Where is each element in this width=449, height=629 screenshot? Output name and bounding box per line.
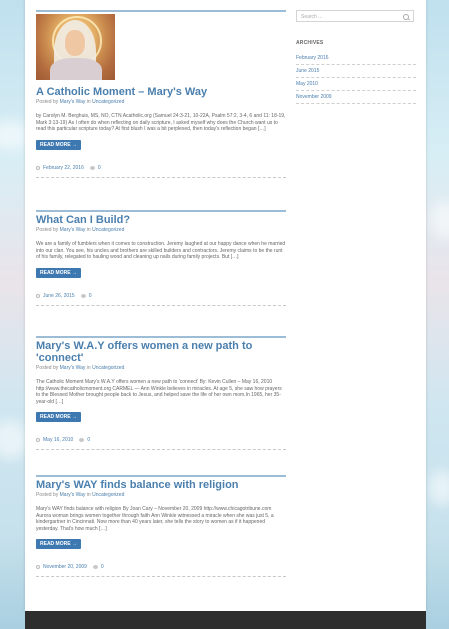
archive-link-november-2009[interactable]: November 2009 (296, 91, 416, 104)
post-excerpt: The Catholic Moment Mary's W.A.Y offers … (36, 379, 282, 405)
post-3: Mary's W.A.Y offers women a new path to … (36, 336, 286, 450)
post-footer: February 22, 2016 0 (36, 165, 286, 171)
clock-icon (36, 293, 40, 298)
post-excerpt: by Carolyn M. Berghuis, MS, NO, CTN Acat… (36, 113, 286, 132)
meta-in: in (86, 227, 91, 233)
post-divider (36, 210, 286, 212)
post-thumbnail[interactable] (36, 14, 115, 80)
author-link[interactable]: Mary's Way (60, 365, 86, 371)
search-icon[interactable] (403, 14, 409, 20)
clock-icon (36, 565, 40, 569)
meta-prefix: Posted by (36, 365, 59, 371)
post-title[interactable]: Mary's WAY finds balance with religion (36, 479, 286, 491)
post-separator (36, 449, 286, 450)
meta-in: in (86, 492, 91, 498)
comment-icon (79, 438, 85, 442)
search-input[interactable]: Search ... (296, 10, 414, 22)
meta-in: in (86, 99, 91, 105)
meta-prefix: Posted by (36, 227, 59, 233)
post-2: What Can I Build? Posted by Mary's Way i… (36, 210, 286, 306)
comment-icon (92, 565, 98, 569)
post-excerpt: We are a family of fumblers when it come… (36, 241, 286, 260)
read-more-button[interactable]: READ MORE → (36, 412, 81, 422)
post-separator (36, 304, 286, 306)
post-footer: June 26, 2015 0 (36, 293, 286, 299)
author-link[interactable]: Mary's Way (60, 492, 86, 498)
post-meta: Posted by Mary's Way in Uncategorized (36, 365, 286, 371)
archive-link-june-2015[interactable]: June 2015 (296, 65, 416, 78)
comment-count[interactable]: 0 (101, 564, 104, 570)
post-title[interactable]: A Catholic Moment – Mary's Way (36, 86, 286, 98)
archive-link-may-2010[interactable]: May 2010 (296, 78, 416, 91)
clock-icon (36, 165, 40, 170)
category-link[interactable]: Uncategorized (92, 365, 124, 371)
post-title[interactable]: Mary's W.A.Y offers women a new path to … (36, 340, 286, 364)
category-link[interactable]: Uncategorized (92, 99, 124, 105)
author-link[interactable]: Mary's Way (60, 227, 86, 233)
post-date[interactable]: November 20, 2009 (43, 564, 87, 570)
post-excerpt: Mary's WAY finds balance with religion B… (36, 506, 274, 532)
read-more-button[interactable]: READ MORE → (36, 139, 81, 150)
post-4: Mary's WAY finds balance with religion P… (36, 475, 286, 577)
post-footer: November 20, 2009 0 (36, 564, 286, 570)
comment-count[interactable]: 0 (89, 293, 92, 299)
archives-list: February 2016 June 2015 May 2010 Novembe… (296, 52, 416, 104)
archives-title: ARCHIVES (296, 40, 324, 46)
search-placeholder: Search ... (301, 14, 323, 20)
sidebar: Search ... ARCHIVES February 2016 June 2… (296, 10, 416, 104)
post-separator (36, 576, 286, 577)
page-container: A Catholic Moment – Mary's Way Posted by… (25, 0, 426, 611)
category-link[interactable]: Uncategorized (92, 227, 124, 233)
category-link[interactable]: Uncategorized (92, 492, 124, 498)
read-more-button[interactable]: READ MORE → (36, 539, 81, 549)
post-date[interactable]: February 22, 2016 (43, 165, 84, 171)
comment-icon (89, 165, 95, 170)
post-footer: May 16, 2010 0 (36, 437, 286, 443)
archive-link-february-2016[interactable]: February 2016 (296, 52, 416, 65)
comment-count[interactable]: 0 (98, 165, 101, 171)
post-meta: Posted by Mary's Way in Uncategorized (36, 99, 286, 105)
post-meta: Posted by Mary's Way in Uncategorized (36, 492, 286, 498)
post-separator (36, 176, 286, 178)
comment-count[interactable]: 0 (87, 437, 90, 443)
meta-prefix: Posted by (36, 492, 59, 498)
read-more-button[interactable]: READ MORE → (36, 267, 81, 278)
comment-icon (80, 293, 86, 298)
post-divider (36, 475, 286, 477)
author-link[interactable]: Mary's Way (60, 99, 86, 105)
site-footer (25, 611, 426, 629)
post-divider (36, 10, 286, 12)
post-divider (36, 336, 286, 338)
post-title[interactable]: What Can I Build? (36, 214, 286, 226)
post-date[interactable]: June 26, 2015 (43, 293, 75, 299)
meta-in: in (86, 365, 91, 371)
post-date[interactable]: May 16, 2010 (43, 437, 73, 443)
clock-icon (36, 438, 40, 442)
post-1: A Catholic Moment – Mary's Way Posted by… (36, 10, 286, 178)
meta-prefix: Posted by (36, 99, 59, 105)
post-meta: Posted by Mary's Way in Uncategorized (36, 227, 286, 233)
